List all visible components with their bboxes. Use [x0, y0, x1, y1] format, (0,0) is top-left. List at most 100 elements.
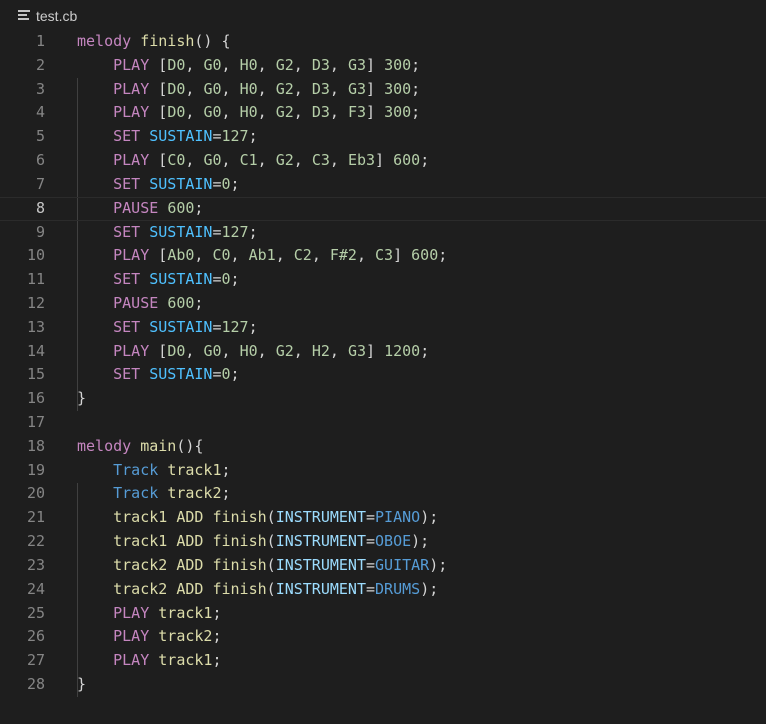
- punctuation-token: ,: [293, 341, 312, 360]
- function-name-token: track2: [113, 579, 168, 598]
- code-line[interactable]: 3 PLAY [D0, G0, H0, G2, D3, G3] 300;: [0, 78, 766, 102]
- code-line[interactable]: 6 PLAY [C0, G0, C1, G2, C3, Eb3] 600;: [0, 149, 766, 173]
- code-line[interactable]: 14 PLAY [D0, G0, H0, G2, H2, G3] 1200;: [0, 340, 766, 364]
- code-line[interactable]: 25 PLAY track1;: [0, 602, 766, 626]
- punctuation-token: ;: [420, 341, 430, 360]
- line-number: 28: [26, 674, 45, 693]
- code-line[interactable]: 26 PLAY track2;: [0, 625, 766, 649]
- number-token: D3: [311, 103, 330, 122]
- punctuation-token: }: [77, 389, 87, 408]
- code-line[interactable]: 19 Track track1;: [0, 459, 766, 483]
- punctuation-token: ;: [411, 55, 421, 74]
- list-lines-icon: [18, 10, 30, 22]
- code-line[interactable]: 12 PAUSE 600;: [0, 292, 766, 316]
- constant-token: SUSTAIN: [149, 127, 213, 146]
- number-token: 300: [384, 103, 412, 122]
- function-name-token: finish: [212, 508, 267, 527]
- keyword-token: SET: [113, 365, 141, 384]
- function-name-token: ADD: [176, 508, 204, 527]
- punctuation-token: ,: [257, 341, 276, 360]
- punctuation-token: ,: [185, 151, 204, 170]
- code-line[interactable]: 10 PLAY [Ab0, C0, Ab1, C2, F#2, C3] 600;: [0, 244, 766, 268]
- line-code: SET SUSTAIN=0;: [77, 363, 239, 387]
- line-number: 2: [35, 55, 45, 74]
- punctuation-token: ]: [375, 151, 394, 170]
- line-code: SET SUSTAIN=127;: [77, 316, 258, 340]
- punctuation-token: ,: [185, 103, 204, 122]
- number-token: 600: [167, 293, 195, 312]
- line-number: 1: [35, 32, 45, 50]
- line-number: 18: [26, 436, 45, 455]
- code-line[interactable]: 4 PLAY [D0, G0, H0, G2, D3, F3] 300;: [0, 101, 766, 125]
- code-line[interactable]: 16}: [0, 387, 766, 411]
- line-code: track2 ADD finish(INSTRUMENT=GUITAR);: [77, 554, 447, 578]
- number-token: F3: [347, 103, 366, 122]
- constant-token: SUSTAIN: [149, 174, 213, 193]
- code-line[interactable]: 21 track1 ADD finish(INSTRUMENT=PIANO);: [0, 506, 766, 530]
- number-token: D0: [167, 55, 186, 74]
- line-number: 21: [26, 508, 45, 527]
- line-number: 19: [26, 460, 45, 479]
- code-line[interactable]: 9 SET SUSTAIN=127;: [0, 221, 766, 245]
- punctuation-token: ,: [221, 55, 240, 74]
- code-line[interactable]: 7 SET SUSTAIN=0;: [0, 173, 766, 197]
- punctuation-token: [140, 270, 149, 288]
- line-code: track2 ADD finish(INSTRUMENT=DRUMS);: [77, 578, 438, 602]
- punctuation-token: [: [149, 79, 168, 98]
- line-code: PLAY track1;: [77, 602, 221, 626]
- punctuation-token: }: [77, 674, 87, 693]
- code-line[interactable]: 28}: [0, 673, 766, 697]
- punctuation-token: ,: [329, 79, 348, 98]
- number-token: 127: [221, 222, 249, 241]
- code-line[interactable]: 5 SET SUSTAIN=127;: [0, 125, 766, 149]
- punctuation-token: ,: [311, 246, 330, 265]
- code-editor[interactable]: 1 melody finish() {2 PLAY [D0, G0, H0, G2…: [0, 30, 766, 697]
- code-line[interactable]: 13 SET SUSTAIN=127;: [0, 316, 766, 340]
- number-token: 600: [167, 198, 195, 217]
- code-line[interactable]: 2 PLAY [D0, G0, H0, G2, D3, G3] 300;: [0, 54, 766, 78]
- number-token: C2: [293, 246, 312, 265]
- punctuation-token: ,: [230, 246, 249, 265]
- code-line[interactable]: 15 SET SUSTAIN=0;: [0, 363, 766, 387]
- punctuation-token: );: [420, 579, 439, 598]
- code-line[interactable]: 1 melody finish() {: [0, 30, 766, 54]
- code-line[interactable]: 20 Track track2;: [0, 482, 766, 506]
- code-line[interactable]: 18 melody main(){: [0, 435, 766, 459]
- file-tab-label: test.cb: [36, 8, 78, 24]
- punctuation-token: [167, 580, 176, 598]
- keyword-token: PLAY: [113, 103, 150, 122]
- code-line[interactable]: 22 track1 ADD finish(INSTRUMENT=OBOE);: [0, 530, 766, 554]
- line-code: PLAY track1;: [77, 649, 221, 673]
- number-token: 0: [221, 270, 231, 289]
- code-line[interactable]: 23 track2 ADD finish(INSTRUMENT=GUITAR);: [0, 554, 766, 578]
- punctuation-token: ]: [366, 341, 385, 360]
- punctuation-token: ]: [366, 79, 385, 98]
- line-number: 12: [26, 293, 45, 312]
- code-line[interactable]: 8 PAUSE 600;: [0, 197, 766, 221]
- keyword-token: PLAY: [113, 55, 150, 74]
- punctuation-token: [: [149, 55, 168, 74]
- number-token: H0: [239, 103, 258, 122]
- file-tab[interactable]: test.cb: [18, 6, 77, 26]
- code-line[interactable]: 17: [0, 411, 766, 435]
- number-token: D3: [311, 79, 330, 98]
- number-token: Eb3: [347, 151, 376, 170]
- identifier-token: INSTRUMENT: [275, 532, 366, 551]
- line-number: 6: [35, 151, 45, 170]
- punctuation-token: ,: [221, 103, 240, 122]
- code-line[interactable]: 24 track2 ADD finish(INSTRUMENT=DRUMS);: [0, 578, 766, 602]
- code-line[interactable]: 27 PLAY track1;: [0, 649, 766, 673]
- punctuation-token: ;: [194, 293, 204, 312]
- punctuation-token: ,: [221, 151, 240, 170]
- code-line[interactable]: 11 SET SUSTAIN=0;: [0, 268, 766, 292]
- number-token: C3: [375, 246, 394, 265]
- punctuation-token: ,: [293, 79, 312, 98]
- function-name-token: finish: [212, 555, 267, 574]
- punctuation-token: ,: [293, 103, 312, 122]
